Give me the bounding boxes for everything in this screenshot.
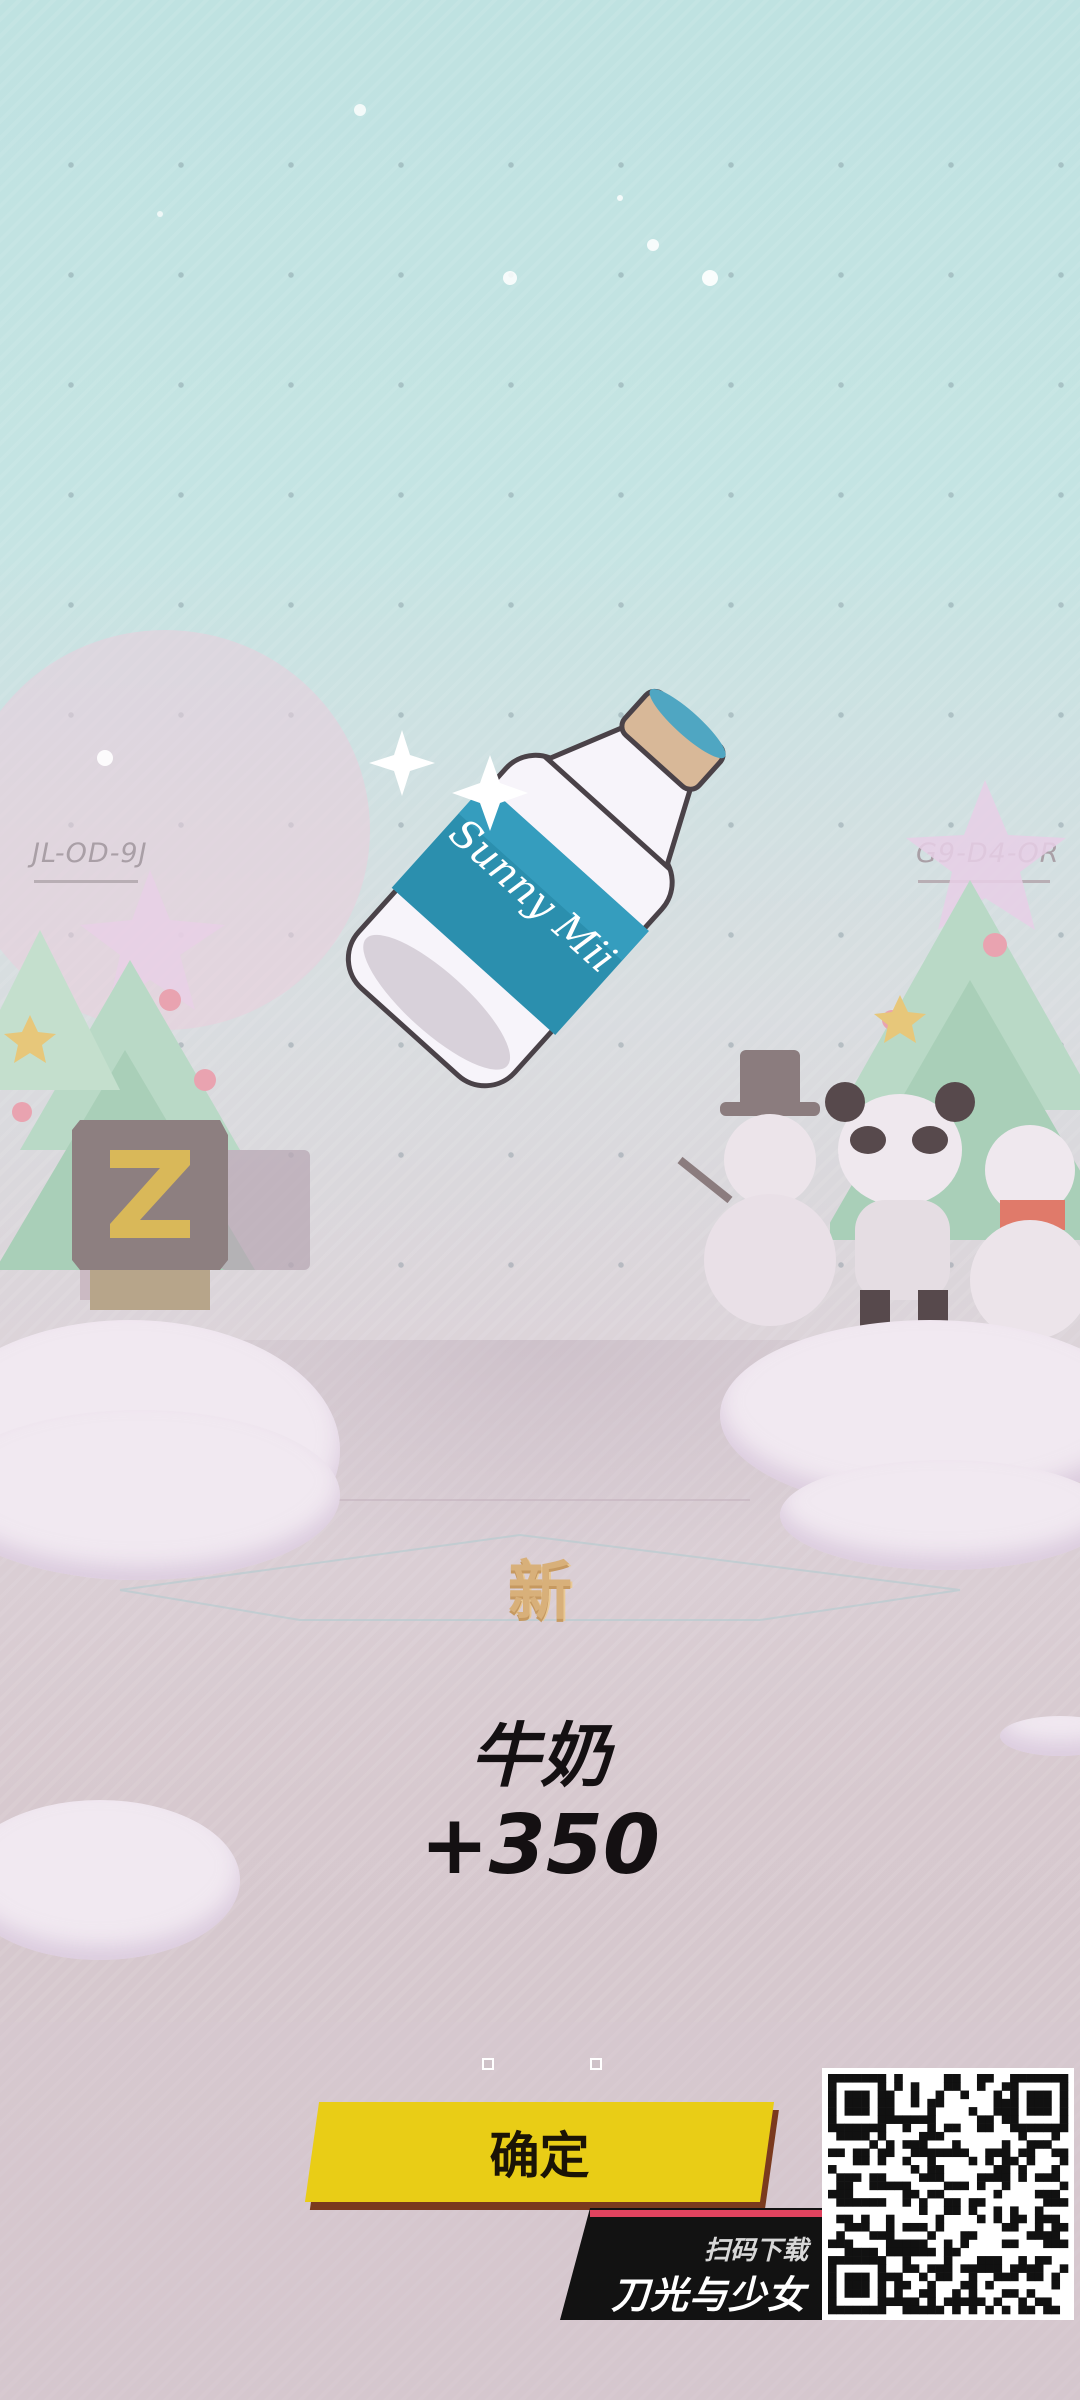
game-title-logo: 刀光与少女 bbox=[610, 2273, 806, 2317]
reward-item-count: +350 bbox=[420, 1798, 660, 1893]
scan-to-download-text: 扫码下载 bbox=[703, 2236, 808, 2266]
milk-bottle-icon: Sunny Mii bbox=[345, 688, 726, 1089]
new-item-tag: 新 bbox=[508, 1555, 572, 1629]
qr-code-pattern bbox=[828, 2074, 1069, 2315]
z-sign-crate bbox=[72, 1120, 310, 1310]
page-indicator-dot-2 bbox=[590, 2058, 602, 2070]
confirm-button-label: 确定 bbox=[489, 2127, 590, 2185]
qr-code-icon[interactable] bbox=[822, 2068, 1074, 2320]
download-banner-accent bbox=[590, 2210, 822, 2217]
page-indicator-dot-1 bbox=[482, 2058, 494, 2070]
confirm-button[interactable]: 确定 bbox=[304, 2102, 775, 2202]
download-banner[interactable]: 扫码下载 刀光与少女 bbox=[560, 2208, 822, 2320]
reward-scene: JL-OD-9J G9-D4-OR bbox=[0, 0, 1080, 2400]
reward-item-name: 牛奶 bbox=[470, 1715, 610, 1797]
